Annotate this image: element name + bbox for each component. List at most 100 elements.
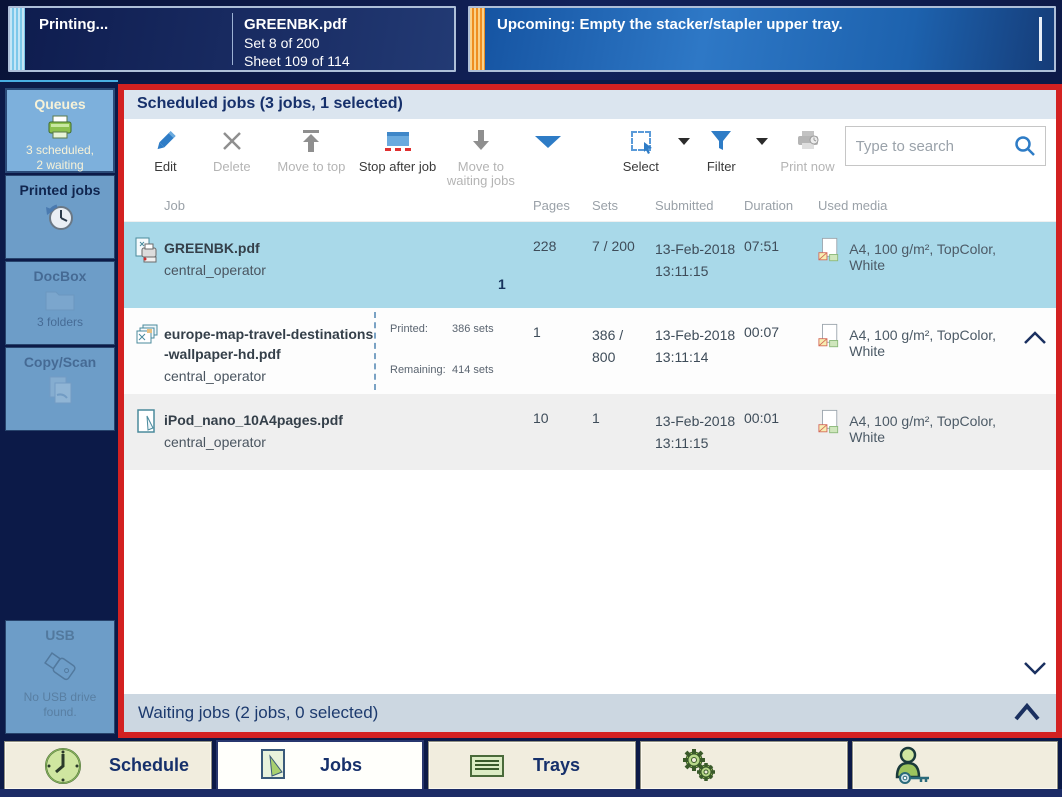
remaining-value: 414 sets [452,364,533,395]
printer-icon [44,115,76,141]
sheet-progress: Sheet 109 of 114 [244,52,350,70]
job-submitted-date: 13-Feb-2018 [655,410,744,432]
remaining-label: Remaining: [390,364,452,395]
job-duration: 00:01 [744,394,818,470]
sidebar-item-usb: USB No USB drive found. [5,620,115,734]
printer-status-text: Printing... [39,16,108,33]
search-icon[interactable] [1013,134,1037,158]
tab-schedule[interactable]: Schedule [4,741,212,790]
job-duration: 00:07 [744,308,818,394]
sidebar-item-printed-jobs[interactable]: Printed jobs [5,175,115,259]
jobs-toolbar: Edit Delete Move to top [124,119,1056,188]
move-to-top-icon [299,126,323,156]
alert-panel-handle [1039,17,1042,61]
media-icon [818,322,841,350]
tab-jobs[interactable]: Jobs [216,740,424,791]
media-icon [818,236,841,264]
select-button[interactable]: Select [613,126,668,174]
current-job-name: GREENBK.pdf [244,16,350,34]
job-row-greenbk[interactable]: GREENBK.pdf central_operator 228 7 / 200… [124,222,1056,308]
job-submitted-date: 13-Feb-2018 [655,324,744,346]
scheduled-jobs-list: Job Pages Sets Submitted Duration Used m… [124,188,1056,694]
job-pages: 228 [533,222,592,308]
job-owner: central_operator [164,364,382,384]
warning-stripe [470,8,485,70]
delete-button: Delete [197,126,267,174]
job-name: europe-map-travel-destinations-wallpaper… [164,324,382,364]
operator-key-icon [891,745,935,787]
job-row-europe-map[interactable]: europe-map-travel-destinations-wallpaper… [124,308,1056,394]
set-progress: Set 8 of 200 [244,34,350,52]
job-media: A4, 100 g/m², TopColor, White [841,322,1016,359]
printed-jobs-label: Printed jobs [6,176,114,198]
col-job: Job [164,196,382,213]
printing-job-icon [132,222,164,308]
queues-label: Queues [7,90,113,112]
search-box [845,126,1046,166]
trays-icon [467,750,507,782]
printer-status-panel[interactable]: Printing... GREENBK.pdf Set 8 of 200 She… [8,6,456,72]
usb-drive-icon [38,646,82,686]
chevron-down-icon [756,138,768,145]
move-down-arrow-icon [469,126,493,156]
select-marquee-icon [631,126,651,156]
waiting-jobs-bar[interactable]: Waiting jobs (2 jobs, 0 selected) [124,694,1056,732]
tab-trays[interactable]: Trays [428,741,636,790]
schedule-clock-icon [43,746,83,786]
media-icon [818,408,841,436]
panel-divider [232,13,233,65]
filter-dropdown-button[interactable] [750,126,775,145]
tab-operator-login[interactable] [852,741,1058,790]
sidebar: Queues 3 scheduled, 2 waiting Printed jo… [0,80,118,740]
top-status-bar: Printing... GREENBK.pdf Set 8 of 200 She… [0,0,1062,80]
scroll-down-icon[interactable] [1022,658,1048,678]
chevron-down-icon [678,138,690,145]
col-submitted: Submitted [655,196,744,213]
blue-triangle-icon [535,136,561,148]
print-now-button: Print now [774,126,840,174]
folder-icon [43,287,77,313]
tab-system[interactable] [640,741,848,790]
edit-button[interactable]: Edit [138,126,193,174]
job-media: A4, 100 g/m², TopColor, White [841,236,1016,273]
job-owner: central_operator [164,258,382,278]
job-submitted-time: 13:11:14 [655,346,744,368]
upcoming-alert-panel[interactable]: Upcoming: Empty the stacker/stapler uppe… [468,6,1056,72]
scheduled-jobs-title: Scheduled jobs (3 jobs, 1 selected) [124,90,1056,119]
job-progress-details: Printed: 386 sets Remaining: 414 sets [382,308,533,394]
job-pages: 10 [533,394,592,470]
printing-activity-stripe [10,8,25,70]
footer-base-strip [0,789,1062,797]
printed-value: 386 sets [452,323,533,354]
scheduled-jobs-panel: Scheduled jobs (3 jobs, 1 selected) Edit [118,84,1062,738]
job-duration: 07:51 [744,222,818,308]
job-sets: 1 [592,394,655,470]
col-pages: Pages [533,196,592,213]
filter-funnel-icon [709,126,733,156]
col-sets: Sets [592,196,655,213]
col-used-media: Used media [818,196,1016,213]
search-input[interactable] [856,138,1013,155]
stop-after-job-button[interactable]: Stop after job [356,126,439,174]
multi-page-job-icon [132,308,164,394]
job-row-ipod-nano[interactable]: iPod_nano_10A4pages.pdf central_operator… [124,394,1056,470]
printed-label: Printed: [390,323,452,354]
jobs-document-icon [256,746,294,786]
print-now-icon [795,126,821,156]
filter-button[interactable]: Filter [697,126,746,174]
copy-scan-icon [43,373,77,409]
expand-up-icon[interactable] [1012,702,1042,724]
copy-scan-label: Copy/Scan [6,348,114,370]
queues-status-line2: 2 waiting [7,158,113,173]
more-actions-button[interactable] [523,126,574,148]
select-dropdown-button[interactable] [672,126,697,145]
col-duration: Duration [744,196,818,213]
docbox-title: DocBox [6,262,114,284]
job-name: GREENBK.pdf [164,238,382,258]
sidebar-item-docbox: DocBox 3 folders [5,261,115,345]
job-sets: 7 / 200 [592,222,655,308]
sidebar-item-queues[interactable]: Queues 3 scheduled, 2 waiting [5,88,115,173]
scroll-up-icon[interactable] [1022,328,1048,348]
queues-status-line1: 3 scheduled, [7,143,113,158]
system-gears-icon [679,746,721,786]
